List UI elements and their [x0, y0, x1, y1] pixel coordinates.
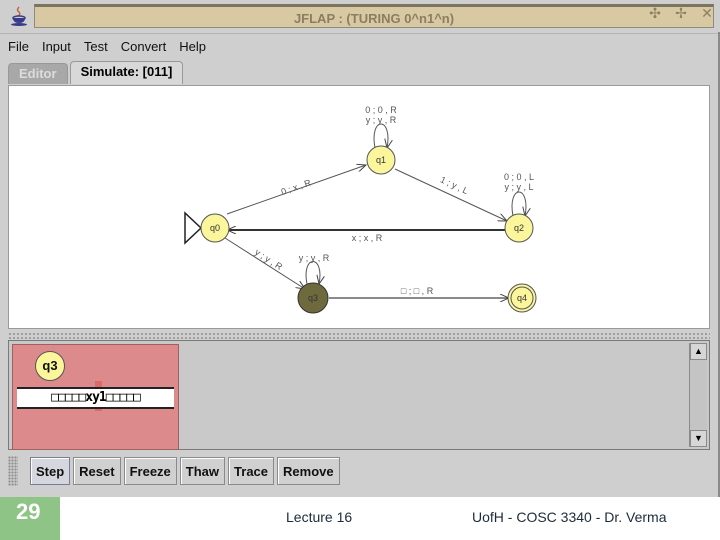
thaw-button[interactable]: Thaw	[179, 457, 226, 485]
label-q0-q1: 0 ; x , R	[280, 177, 313, 197]
configuration-item[interactable]: q3 □□□□□xy1□□□□□	[12, 344, 179, 450]
loop-q2[interactable]	[511, 191, 526, 216]
tab-simulate[interactable]: Simulate: [011]	[69, 61, 184, 84]
menu-bar: File Input Test Convert Help	[0, 33, 718, 58]
vertical-scrollbar[interactable]: ▲ ▼	[689, 343, 707, 447]
label-q2-loop-b: y ; y , L	[504, 182, 533, 192]
trace-button[interactable]: Trace	[228, 457, 275, 485]
menu-test[interactable]: Test	[79, 39, 113, 54]
automaton-canvas[interactable]: q0 q1 q2 q3 q4 0 ; x , R 0 ; 0 , R y ; y…	[8, 85, 710, 329]
toolbar-grip[interactable]	[8, 456, 18, 486]
tab-bar: Editor Simulate: [011]	[8, 61, 185, 85]
svg-text:q4: q4	[517, 293, 527, 303]
config-state: q3	[35, 351, 65, 381]
menu-convert[interactable]: Convert	[116, 39, 172, 54]
window-title: JFLAP : (TURING 0^n1^n)	[293, 11, 455, 26]
title-strip: JFLAP : (TURING 0^n1^n)	[34, 4, 714, 28]
slide-number: 29	[0, 497, 60, 540]
svg-text:q0: q0	[210, 223, 220, 233]
scroll-up-icon[interactable]: ▲	[690, 343, 707, 360]
java-cup-icon	[11, 6, 27, 26]
label-q1-loop-b: y ; y , R	[366, 115, 397, 125]
loop-q3[interactable]	[305, 261, 320, 285]
loop-q1[interactable]	[373, 123, 388, 148]
scroll-down-icon[interactable]: ▼	[690, 430, 707, 447]
label-q1-loop-a: 0 ; 0 , R	[365, 105, 397, 115]
label-q2-q0: x ; x , R	[352, 233, 383, 243]
label-q2-loop-a: 0 ; 0 , L	[504, 172, 534, 182]
svg-text:q1: q1	[376, 155, 386, 165]
step-button[interactable]: Step	[30, 457, 71, 485]
state-q1[interactable]: q1	[366, 145, 396, 175]
configurations-panel: q3 □□□□□xy1□□□□□ ▲ ▼	[8, 340, 710, 450]
title-bar[interactable]: JFLAP : (TURING 0^n1^n) ✣ ✢ ✕	[0, 0, 720, 32]
menu-input[interactable]: Input	[37, 39, 76, 54]
label-q0-q3: y ; y , R	[253, 247, 284, 272]
menu-file[interactable]: File	[3, 39, 34, 54]
state-q3[interactable]: q3	[297, 282, 329, 314]
svg-text:q3: q3	[308, 293, 318, 303]
edge-q1-q2[interactable]	[394, 168, 507, 221]
state-q4[interactable]: q4	[507, 283, 537, 313]
reset-button[interactable]: Reset	[73, 457, 121, 485]
label-q1-q2: 1 ; y , L	[439, 175, 470, 197]
initial-state-marker	[184, 211, 203, 245]
footer-lecture: Lecture 16	[286, 509, 353, 525]
edge-q0-q3[interactable]	[224, 237, 305, 289]
minimize-icon[interactable]: ✣	[648, 5, 662, 22]
menu-help[interactable]: Help	[174, 39, 211, 54]
state-q2[interactable]: q2	[504, 213, 534, 243]
label-q3-loop: y ; y , R	[299, 253, 330, 263]
tape: □□□□□xy1□□□□□	[17, 387, 174, 409]
footer-course: UofH - COSC 3340 - Dr. Verma	[472, 509, 667, 525]
remove-button[interactable]: Remove	[277, 457, 340, 485]
close-icon[interactable]: ✕	[700, 5, 714, 22]
freeze-button[interactable]: Freeze	[123, 457, 177, 485]
maximize-icon[interactable]: ✢	[674, 5, 688, 22]
split-pane-divider[interactable]	[8, 332, 710, 340]
automaton-diagram: q0 q1 q2 q3 q4 0 ; x , R 0 ; 0 , R y ; y…	[184, 105, 537, 314]
svg-text:q2: q2	[514, 223, 524, 233]
jflap-window: JFLAP : (TURING 0^n1^n) ✣ ✢ ✕ File Input…	[0, 0, 720, 497]
simulation-toolbar: Step Reset Freeze Thaw Trace Remove	[8, 452, 710, 490]
label-q3-q4: □ ; □ , R	[401, 286, 434, 296]
state-q0[interactable]: q0	[200, 213, 230, 243]
tab-editor[interactable]: Editor	[8, 63, 68, 84]
